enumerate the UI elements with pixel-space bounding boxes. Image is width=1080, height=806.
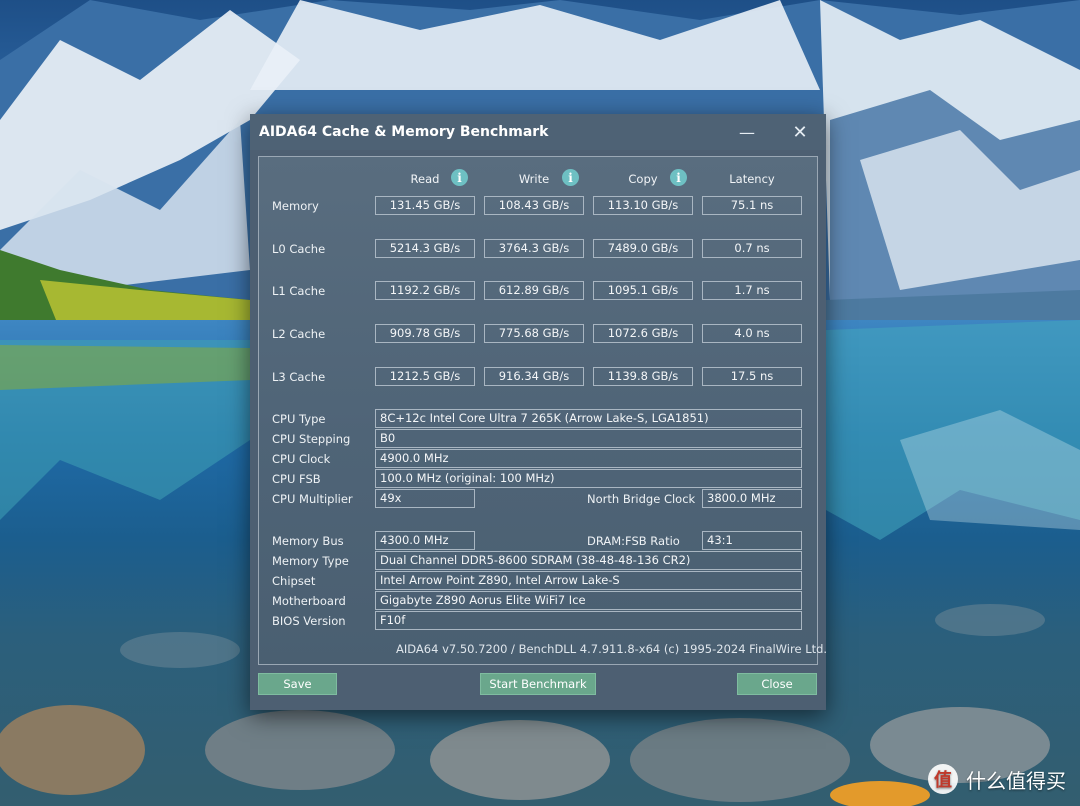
cpu-stepping-value: B0: [375, 429, 802, 448]
memory-copy-value: 113.10 GB/s: [593, 196, 693, 215]
l3-read-value: 1212.5 GB/s: [375, 367, 475, 386]
read-info-icon[interactable]: i: [451, 169, 468, 186]
l3-latency-value: 17.5 ns: [702, 367, 802, 386]
l2-latency-value: 4.0 ns: [702, 324, 802, 343]
title-bar[interactable]: AIDA64 Cache & Memory Benchmark — ✕: [250, 114, 826, 150]
memory-write-value: 108.43 GB/s: [484, 196, 584, 215]
row-label-l2-cache: L2 Cache: [272, 327, 326, 341]
l2-write-value: 775.68 GB/s: [484, 324, 584, 343]
cpu-clock-label: CPU Clock: [272, 452, 331, 466]
l0-latency-value: 0.7 ns: [702, 239, 802, 258]
dram-fsb-ratio-label: DRAM:FSB Ratio: [587, 534, 680, 548]
column-header-latency: Latency: [729, 172, 775, 186]
memory-bus-label: Memory Bus: [272, 534, 344, 548]
motherboard-value: Gigabyte Z890 Aorus Elite WiFi7 Ice: [375, 591, 802, 610]
dram-fsb-ratio-value: 43:1: [702, 531, 802, 550]
l1-write-value: 612.89 GB/s: [484, 281, 584, 300]
cpu-multiplier-label: CPU Multiplier: [272, 492, 353, 506]
write-info-icon[interactable]: i: [562, 169, 579, 186]
bios-version-label: BIOS Version: [272, 614, 346, 628]
cpu-type-label: CPU Type: [272, 412, 326, 426]
north-bridge-clock-value: 3800.0 MHz: [702, 489, 802, 508]
l0-copy-value: 7489.0 GB/s: [593, 239, 693, 258]
l1-copy-value: 1095.1 GB/s: [593, 281, 693, 300]
save-button[interactable]: Save: [258, 673, 337, 695]
l0-write-value: 3764.3 GB/s: [484, 239, 584, 258]
watermark: 值 什么值得买: [928, 764, 1066, 794]
cpu-type-value: 8C+12c Intel Core Ultra 7 265K (Arrow La…: [375, 409, 802, 428]
north-bridge-clock-label: North Bridge Clock: [587, 492, 696, 506]
cpu-clock-value: 4900.0 MHz: [375, 449, 802, 468]
cpu-fsb-value: 100.0 MHz (original: 100 MHz): [375, 469, 802, 488]
benchmark-window: AIDA64 Cache & Memory Benchmark — ✕ Read…: [250, 114, 828, 710]
bios-version-value: F10f: [375, 611, 802, 630]
row-label-l3-cache: L3 Cache: [272, 370, 326, 384]
minimize-button[interactable]: —: [734, 120, 760, 144]
cpu-multiplier-value: 49x: [375, 489, 475, 508]
cpu-stepping-label: CPU Stepping: [272, 432, 351, 446]
l1-read-value: 1192.2 GB/s: [375, 281, 475, 300]
l0-read-value: 5214.3 GB/s: [375, 239, 475, 258]
memory-latency-value: 75.1 ns: [702, 196, 802, 215]
memory-bus-value: 4300.0 MHz: [375, 531, 475, 550]
chipset-value: Intel Arrow Point Z890, Intel Arrow Lake…: [375, 571, 802, 590]
memory-type-value: Dual Channel DDR5-8600 SDRAM (38-48-48-1…: [375, 551, 802, 570]
l1-latency-value: 1.7 ns: [702, 281, 802, 300]
l3-copy-value: 1139.8 GB/s: [593, 367, 693, 386]
cpu-fsb-label: CPU FSB: [272, 472, 321, 486]
copy-info-icon[interactable]: i: [670, 169, 687, 186]
motherboard-label: Motherboard: [272, 594, 346, 608]
chipset-label: Chipset: [272, 574, 316, 588]
start-benchmark-button[interactable]: Start Benchmark: [480, 673, 596, 695]
close-button[interactable]: Close: [737, 673, 817, 695]
row-label-l0-cache: L0 Cache: [272, 242, 326, 256]
l2-copy-value: 1072.6 GB/s: [593, 324, 693, 343]
row-label-l1-cache: L1 Cache: [272, 284, 326, 298]
memory-read-value: 131.45 GB/s: [375, 196, 475, 215]
close-window-button[interactable]: ✕: [787, 120, 813, 144]
memory-type-label: Memory Type: [272, 554, 349, 568]
l2-read-value: 909.78 GB/s: [375, 324, 475, 343]
watermark-text: 什么值得买: [966, 768, 1066, 793]
watermark-logo-icon: 值: [928, 764, 958, 794]
window-title: AIDA64 Cache & Memory Benchmark: [259, 124, 549, 140]
row-label-memory: Memory: [272, 199, 319, 213]
l3-write-value: 916.34 GB/s: [484, 367, 584, 386]
copyright-text: AIDA64 v7.50.7200 / BenchDLL 4.7.911.8-x…: [396, 642, 828, 656]
